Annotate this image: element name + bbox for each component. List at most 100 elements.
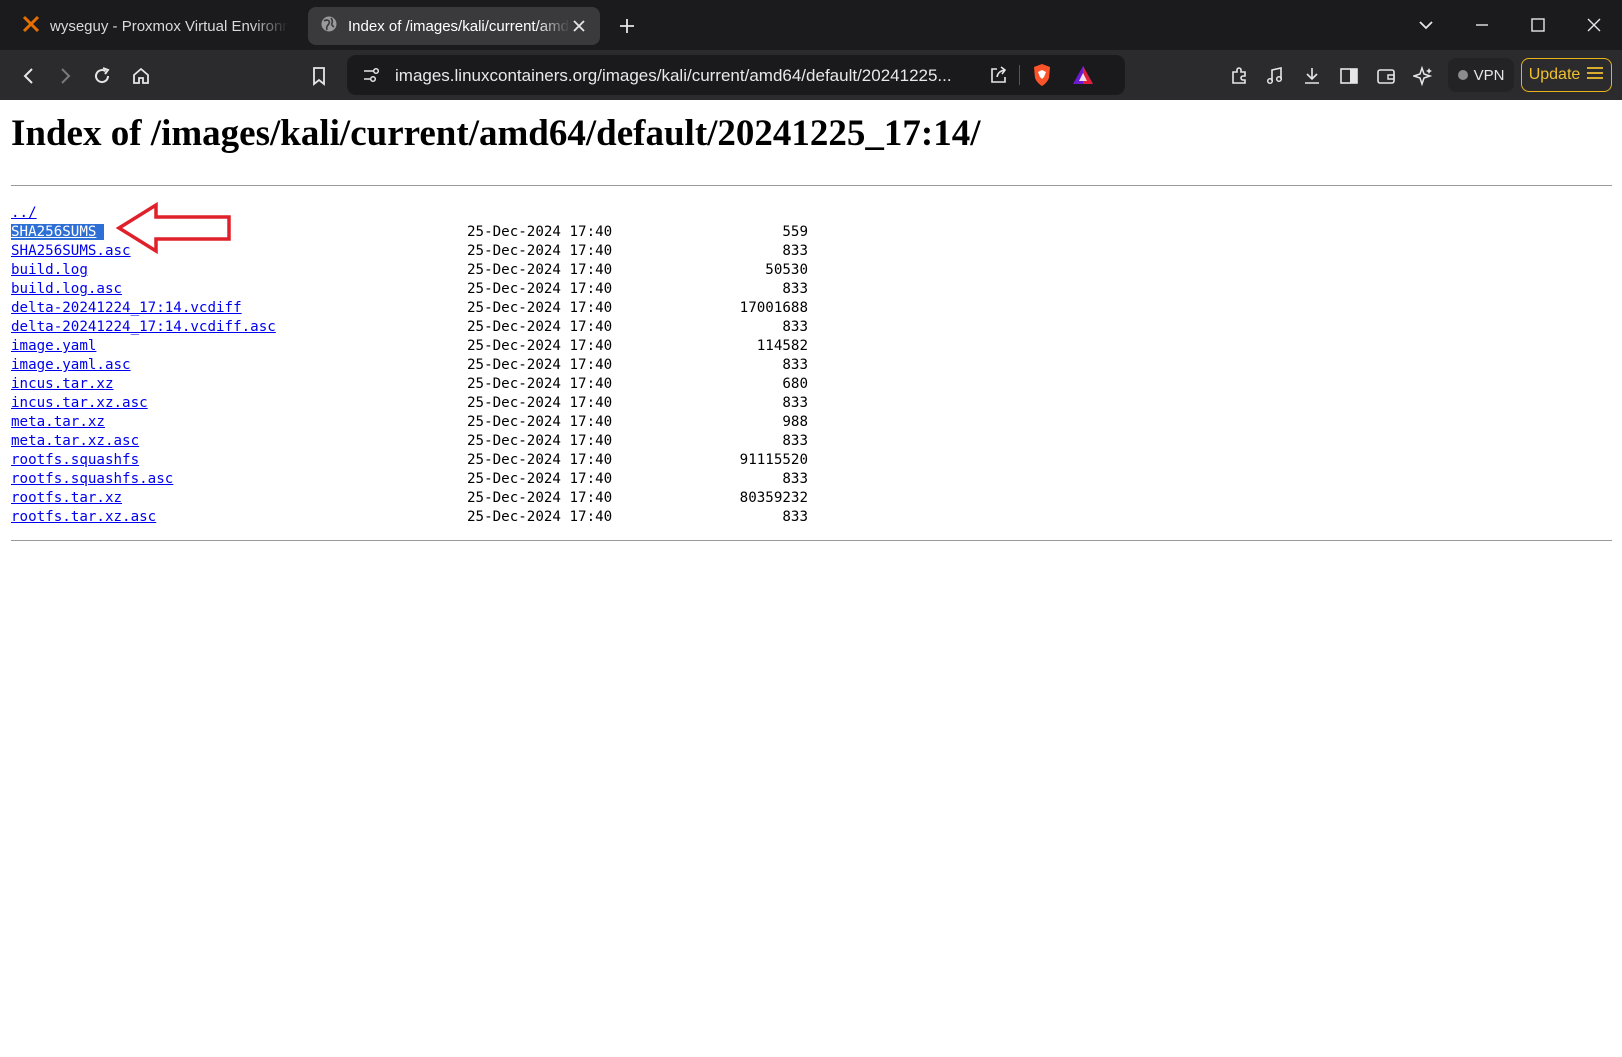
tab-strip: wyseguy - Proxmox Virtual Environment In… <box>0 0 1622 50</box>
table-row: rootfs.tar.xz 25-Dec-2024 17:40 80359232 <box>11 489 808 508</box>
file-size: 833 <box>782 357 808 373</box>
file-date: 25-Dec-2024 17:40 <box>467 490 613 506</box>
parent-directory-link[interactable]: ../ <box>11 205 37 221</box>
file-size: 91115520 <box>739 452 808 468</box>
share-icon[interactable] <box>989 65 1009 90</box>
vpn-button[interactable]: VPN <box>1448 58 1514 92</box>
vpn-label: VPN <box>1473 66 1505 84</box>
file-size: 17001688 <box>739 300 808 316</box>
bookmark-icon[interactable] <box>306 63 332 89</box>
file-date: 25-Dec-2024 17:40 <box>467 300 613 316</box>
file-link[interactable]: delta-20241224_17:14.vcdiff.asc <box>11 319 276 335</box>
menu-icon <box>1586 66 1604 85</box>
table-row: meta.tar.xz 25-Dec-2024 17:40 988 <box>11 413 808 432</box>
table-row: incus.tar.xz.asc 25-Dec-2024 17:40 833 <box>11 394 808 413</box>
back-icon[interactable] <box>16 63 42 89</box>
table-row: delta-20241224_17:14.vcdiff.asc 25-Dec-20… <box>11 318 808 337</box>
file-link[interactable]: image.yaml.asc <box>11 357 131 373</box>
file-link[interactable]: meta.tar.xz <box>11 414 105 430</box>
file-link[interactable]: meta.tar.xz.asc <box>11 433 139 449</box>
file-link[interactable]: image.yaml <box>11 338 96 354</box>
file-link[interactable]: build.log <box>11 262 88 278</box>
file-link[interactable]: rootfs.squashfs <box>11 452 139 468</box>
address-bar[interactable]: images.linuxcontainers.org/images/kali/c… <box>347 55 1125 95</box>
close-tab-icon[interactable] <box>570 17 588 35</box>
table-row: rootfs.squashfs.asc 25-Dec-2024 17:40 833 <box>11 470 808 489</box>
site-settings-icon[interactable] <box>361 65 381 90</box>
brave-shields-icon[interactable] <box>1031 63 1053 92</box>
file-size: 114582 <box>756 338 808 354</box>
file-date: 25-Dec-2024 17:40 <box>467 471 613 487</box>
file-size: 833 <box>782 281 808 297</box>
file-size: 833 <box>782 243 808 259</box>
sidebar-icon[interactable] <box>1336 63 1362 89</box>
tab-proxmox[interactable]: wyseguy - Proxmox Virtual Environment <box>10 7 300 45</box>
proxmox-logo-icon <box>22 15 40 37</box>
file-date: 25-Dec-2024 17:40 <box>467 414 613 430</box>
home-icon[interactable] <box>128 63 154 89</box>
file-size: 680 <box>782 376 808 392</box>
wallet-icon[interactable] <box>1373 63 1399 89</box>
file-size: 988 <box>782 414 808 430</box>
file-date: 25-Dec-2024 17:40 <box>467 509 613 525</box>
file-date: 25-Dec-2024 17:40 <box>467 338 613 354</box>
file-date: 25-Dec-2024 17:40 <box>467 376 613 392</box>
file-date: 25-Dec-2024 17:40 <box>467 452 613 468</box>
leo-ai-icon[interactable] <box>1410 63 1436 89</box>
table-row: build.log.asc 25-Dec-2024 17:40 833 <box>11 280 808 299</box>
file-date: 25-Dec-2024 17:40 <box>467 319 613 335</box>
forward-icon[interactable] <box>52 63 78 89</box>
file-link[interactable]: rootfs.tar.xz <box>11 490 122 506</box>
table-row: rootfs.tar.xz.asc 25-Dec-2024 17:40 833 <box>11 508 808 527</box>
close-window-icon[interactable] <box>1581 12 1607 38</box>
bottom-divider <box>11 540 1612 541</box>
file-size: 833 <box>782 471 808 487</box>
file-link[interactable]: delta-20241224_17:14.vcdiff <box>11 300 242 316</box>
media-icon[interactable] <box>1262 63 1288 89</box>
globe-icon <box>320 15 338 37</box>
file-link[interactable]: build.log.asc <box>11 281 122 297</box>
downloads-icon[interactable] <box>1299 63 1325 89</box>
file-size: 833 <box>782 433 808 449</box>
file-date: 25-Dec-2024 17:40 <box>467 357 613 373</box>
reload-icon[interactable] <box>89 63 115 89</box>
tab-title: wyseguy - Proxmox Virtual Environment <box>50 17 288 35</box>
table-row: delta-20241224_17:14.vcdiff 25-Dec-2024 1… <box>11 299 808 318</box>
tab-list-chevron-icon[interactable] <box>1413 12 1439 38</box>
file-link[interactable]: incus.tar.xz.asc <box>11 395 148 411</box>
update-button[interactable]: Update <box>1521 58 1612 92</box>
table-row: build.log 25-Dec-2024 17:40 50530 <box>11 261 808 280</box>
page-content: Index of /images/kali/current/amd64/defa… <box>0 100 1622 1057</box>
table-row: meta.tar.xz.asc 25-Dec-2024 17:40 833 <box>11 432 808 451</box>
table-row: image.yaml.asc 25-Dec-2024 17:40 833 <box>11 356 808 375</box>
file-date: 25-Dec-2024 17:40 <box>467 281 613 297</box>
file-link[interactable]: incus.tar.xz <box>11 376 114 392</box>
file-date: 25-Dec-2024 17:40 <box>467 395 613 411</box>
file-link[interactable]: SHA256SUMS.asc <box>11 243 131 259</box>
table-row: image.yaml 25-Dec-2024 17:40 114582 <box>11 337 808 356</box>
brave-rewards-icon[interactable] <box>1071 64 1095 91</box>
extensions-icon[interactable] <box>1226 63 1252 89</box>
tab-index[interactable]: Index of /images/kali/current/amd64/defa… <box>308 7 600 45</box>
new-tab-icon[interactable] <box>614 13 640 39</box>
file-link[interactable]: rootfs.squashfs.asc <box>11 471 173 487</box>
file-size: 833 <box>782 509 808 525</box>
red-arrow-icon <box>115 201 232 259</box>
file-date: 25-Dec-2024 17:40 <box>467 262 613 278</box>
table-row: rootfs.squashfs 25-Dec-2024 17:40 91115520 <box>11 451 808 470</box>
file-link[interactable]: SHA256SUMS <box>11 224 105 240</box>
file-date: 25-Dec-2024 17:40 <box>467 243 613 259</box>
minimize-icon[interactable] <box>1469 12 1495 38</box>
table-row: incus.tar.xz 25-Dec-2024 17:40 680 <box>11 375 808 394</box>
file-size: 50530 <box>765 262 808 278</box>
top-divider <box>11 185 1612 186</box>
tab-title: Index of /images/kali/current/amd64/defa… <box>348 17 570 35</box>
file-size: 833 <box>782 319 808 335</box>
urlbar-divider <box>1019 65 1020 85</box>
page-title: Index of /images/kali/current/amd64/defa… <box>11 113 981 154</box>
maximize-icon[interactable] <box>1525 12 1551 38</box>
file-size: 80359232 <box>739 490 808 506</box>
file-size: 559 <box>782 224 808 240</box>
file-date: 25-Dec-2024 17:40 <box>467 224 613 240</box>
file-link[interactable]: rootfs.tar.xz.asc <box>11 509 156 525</box>
